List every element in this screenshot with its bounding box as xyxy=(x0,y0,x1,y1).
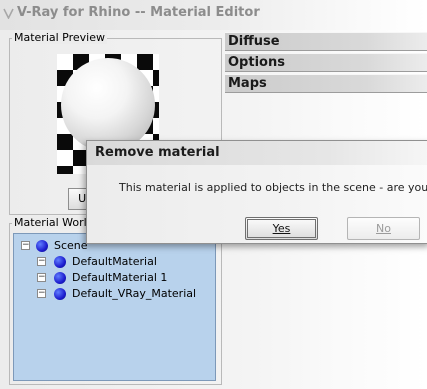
tree-item-material[interactable]: − DefaultMaterial 1 xyxy=(14,270,214,286)
yes-button-label: Yes xyxy=(272,222,291,235)
preview-sphere xyxy=(61,58,155,152)
scene-sphere-icon xyxy=(36,240,48,252)
material-world-label: Material World xyxy=(12,216,96,229)
material-sphere-icon xyxy=(54,272,66,284)
tree-item-label: Scene xyxy=(54,239,88,252)
tree-item-label: DefaultMaterial xyxy=(72,255,157,268)
collapse-icon[interactable]: − xyxy=(21,241,30,250)
tab-options[interactable]: Options xyxy=(225,53,427,72)
material-sphere-icon xyxy=(54,288,66,300)
dialog-title-bar[interactable]: Remove material xyxy=(87,141,427,165)
material-editor-window: V-Ray for Rhino -- Material Editor Mater… xyxy=(0,0,427,389)
collapse-icon[interactable]: − xyxy=(37,273,46,282)
material-sphere-icon xyxy=(54,256,66,268)
no-button-label: No xyxy=(376,222,391,235)
tab-maps[interactable]: Maps xyxy=(225,74,427,93)
tree-item-label: DefaultMaterial 1 xyxy=(72,271,168,284)
title-bar[interactable]: V-Ray for Rhino -- Material Editor xyxy=(0,0,427,30)
yes-button[interactable]: Yes xyxy=(245,217,318,240)
collapse-icon[interactable]: − xyxy=(37,257,46,266)
tree-item-material[interactable]: − DefaultMaterial xyxy=(14,254,214,270)
tree-item-label: Default_VRay_Material xyxy=(72,287,197,300)
vray-logo-icon xyxy=(3,8,14,19)
dialog-message: This material is applied to objects in t… xyxy=(119,181,427,194)
remove-material-dialog: Remove material This material is applied… xyxy=(86,140,427,244)
no-button[interactable]: No xyxy=(347,217,420,240)
tab-diffuse[interactable]: Diffuse xyxy=(225,32,427,51)
window-title: V-Ray for Rhino -- Material Editor xyxy=(17,5,260,20)
tree-item-material[interactable]: − Default_VRay_Material xyxy=(14,286,214,302)
material-tree[interactable]: − Scene − DefaultMaterial − DefaultMater… xyxy=(13,233,216,381)
dialog-title: Remove material xyxy=(95,145,220,160)
collapse-icon[interactable]: − xyxy=(37,289,46,298)
material-preview-label: Material Preview xyxy=(12,31,108,44)
